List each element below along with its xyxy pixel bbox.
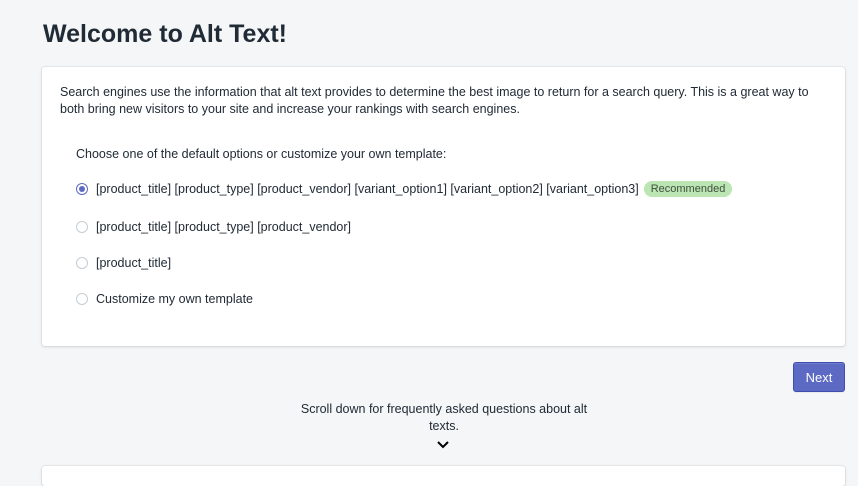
option-label: Customize my own template: [96, 292, 254, 306]
page-title: Welcome to Alt Text!: [43, 20, 288, 48]
option-label: [product_title]: [96, 256, 172, 270]
faq-card: [42, 466, 845, 486]
chevron-down-icon[interactable]: [436, 440, 450, 450]
radio-button-selected[interactable]: [76, 183, 88, 195]
option-label: [product_title] [product_type] [product_…: [96, 220, 352, 234]
option-title-type-vendor[interactable]: [product_title] [product_type] [product_…: [76, 220, 351, 234]
next-button[interactable]: Next: [793, 362, 845, 392]
radio-button[interactable]: [76, 257, 88, 269]
option-title-only[interactable]: [product_title]: [76, 256, 171, 270]
intro-text: Search engines use the information that …: [60, 85, 809, 116]
radio-button[interactable]: [76, 221, 88, 233]
radio-button[interactable]: [76, 293, 88, 305]
template-options-card: Search engines use the information that …: [42, 67, 845, 346]
option-full-template[interactable]: [product_title] [product_type] [product_…: [76, 181, 733, 197]
recommended-badge: Recommended: [643, 181, 733, 197]
option-label: [product_title] [product_type] [product_…: [96, 182, 639, 196]
option-custom-template[interactable]: Customize my own template: [76, 292, 253, 306]
scroll-hint-text: Scroll down for frequently asked questio…: [300, 402, 588, 433]
choose-prompt: Choose one of the default options or cus…: [76, 147, 447, 161]
